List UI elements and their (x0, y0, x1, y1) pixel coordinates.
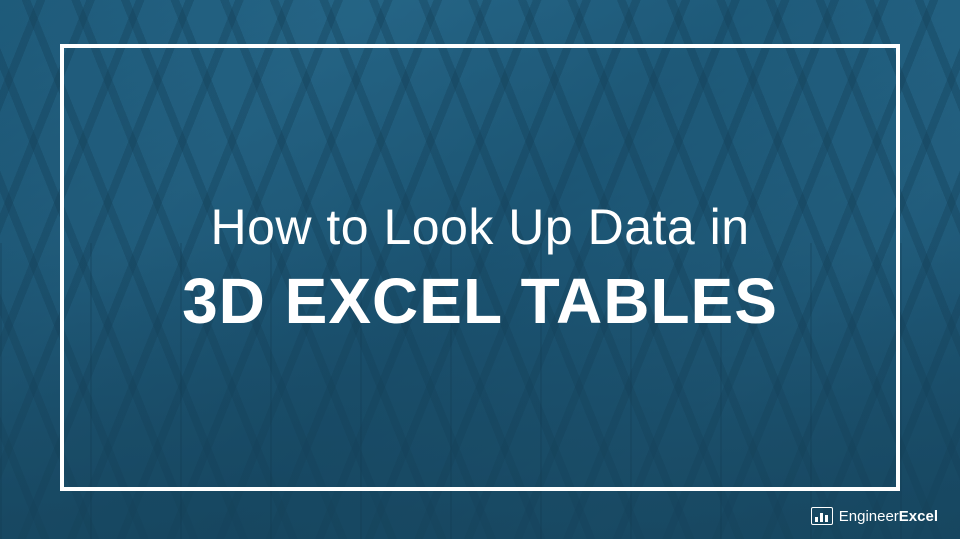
chart-icon (811, 507, 833, 525)
brand-logo: EngineerExcel (811, 507, 938, 525)
title-main: 3D EXCEL TABLES (182, 264, 778, 338)
title-frame: How to Look Up Data in 3D EXCEL TABLES (60, 44, 900, 491)
title-subtitle: How to Look Up Data in (210, 198, 749, 256)
brand-name: EngineerExcel (839, 508, 938, 525)
